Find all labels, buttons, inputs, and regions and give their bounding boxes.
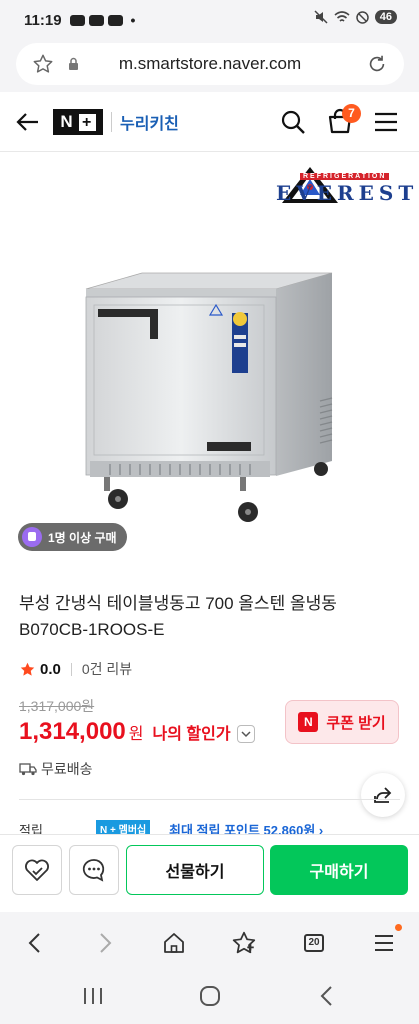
review-count-link[interactable]: 0건 리뷰 <box>82 659 132 679</box>
chevron-left-icon <box>28 933 40 953</box>
browser-tabs-button[interactable]: 20 <box>299 928 329 958</box>
browser-bookmarks-button[interactable] <box>229 928 259 958</box>
home-icon <box>164 933 184 953</box>
browser-menu-button[interactable] <box>369 928 399 958</box>
shipping-row: 무료배송 <box>19 759 93 779</box>
more-notifications-dot: • <box>130 12 136 28</box>
freezer-product-picture <box>85 272 333 522</box>
membership-badge: N + 멤버십 <box>96 820 151 834</box>
naver-plus-logo[interactable]: N + <box>53 109 103 135</box>
product-title: 부성 간냉식 테이블냉동고 700 올스텐 올냉동 B070CB-1ROOS-E <box>19 591 404 643</box>
buy-button[interactable]: 구매하기 <box>270 845 408 895</box>
browser-back-button[interactable] <box>20 928 50 958</box>
product-image[interactable]: REFRIGERATION EVEREST 1명 이상 구매 <box>0 153 419 573</box>
youtube-notification-icon <box>69 14 85 26</box>
search-icon[interactable] <box>279 108 307 136</box>
gift-button[interactable]: 선물하기 <box>126 845 264 895</box>
share-icon <box>374 787 392 803</box>
everest-wordmark: EVEREST <box>276 181 419 205</box>
points-text[interactable]: 최대 적립 포인트 52,860원 › <box>169 820 323 834</box>
screenshot-notification-icon <box>88 14 104 26</box>
price-unit: 원 <box>128 726 144 743</box>
status-bar: 11:19 • 46 <box>0 0 419 40</box>
no-signal-icon <box>356 10 369 24</box>
points-row[interactable]: 적립 N + 멤버십 최대 적립 포인트 52,860원 › <box>19 818 419 834</box>
bookmark-star-icon <box>232 931 256 954</box>
purchase-count-label: 1명 이상 구매 <box>48 530 117 545</box>
wishlist-button[interactable] <box>12 845 62 895</box>
reload-icon[interactable] <box>366 53 388 75</box>
my-discount-label[interactable]: 나의 할인가 <box>153 720 231 744</box>
coupon-button[interactable]: N 쿠폰 받기 <box>285 700 399 744</box>
tabs-count: 20 <box>304 934 324 952</box>
purchase-count-badge: 1명 이상 구매 <box>18 523 127 551</box>
browser-nav-bar: 20 <box>0 912 419 972</box>
browser-forward-button[interactable] <box>90 928 120 958</box>
product-title-line1: 부성 간냉식 테이블냉동고 700 올스텐 올냉동 <box>19 594 337 613</box>
rating-row[interactable]: 0.0 0건 리뷰 <box>19 659 132 679</box>
share-button[interactable] <box>361 773 405 817</box>
product-title-line2: B070CB-1ROOS-E <box>19 620 165 639</box>
purchase-action-bar: 선물하기 구매하기 <box>0 834 419 912</box>
shipping-label: 무료배송 <box>41 761 93 777</box>
url-text: m.smartstore.naver.com <box>118 54 302 73</box>
sale-price: 1,314,000 <box>19 718 126 745</box>
heart-icon <box>25 859 49 881</box>
hamburger-menu-icon[interactable] <box>373 109 399 135</box>
wifi-icon <box>334 11 350 22</box>
header-divider <box>111 112 112 132</box>
talk-button[interactable] <box>69 845 119 895</box>
menu-notification-dot <box>395 924 402 931</box>
system-back-icon[interactable] <box>317 985 337 1007</box>
chevron-down-icon[interactable] <box>236 725 255 743</box>
rating-value: 0.0 <box>40 660 61 678</box>
cart-count-badge: 7 <box>342 104 361 123</box>
nplus-letter: N <box>60 112 74 131</box>
chat-icon <box>82 859 105 882</box>
nplus-plus: + <box>78 113 96 131</box>
store-brand-logo[interactable]: 누리키친 <box>120 110 179 134</box>
mute-icon <box>314 10 328 24</box>
address-bar[interactable]: m.smartstore.naver.com <box>16 43 404 85</box>
status-time: 11:19 <box>24 11 62 29</box>
hamburger-menu-icon-browser <box>375 935 393 951</box>
everest-tagline: REFRIGERATION <box>300 173 390 180</box>
section-divider <box>19 799 400 800</box>
points-label: 적립 <box>19 823 43 834</box>
original-price: 1,317,000원 <box>19 698 95 714</box>
home-button-icon[interactable] <box>198 984 222 1008</box>
system-nav-bar <box>0 972 419 1024</box>
star-rating-icon <box>20 662 35 676</box>
battery-indicator: 46 <box>374 10 397 24</box>
truck-icon <box>19 763 37 776</box>
browser-toolbar: m.smartstore.naver.com <box>0 40 419 92</box>
coupon-label: 쿠폰 받기 <box>326 714 386 732</box>
youtube-notification-icon-2 <box>107 14 123 26</box>
browser-home-button[interactable] <box>159 928 189 958</box>
shopping-bag-icon <box>22 527 42 547</box>
site-header: N + 누리키친 7 <box>0 92 419 152</box>
rating-divider <box>70 662 72 676</box>
naver-coupon-icon: N <box>298 712 319 732</box>
chevron-right-icon <box>100 933 112 953</box>
recent-apps-icon[interactable] <box>82 986 104 1006</box>
back-arrow-icon[interactable] <box>14 108 42 136</box>
price-row: 1,314,000 원 나의 할인가 <box>19 718 255 746</box>
status-icons: 46 <box>314 10 397 24</box>
